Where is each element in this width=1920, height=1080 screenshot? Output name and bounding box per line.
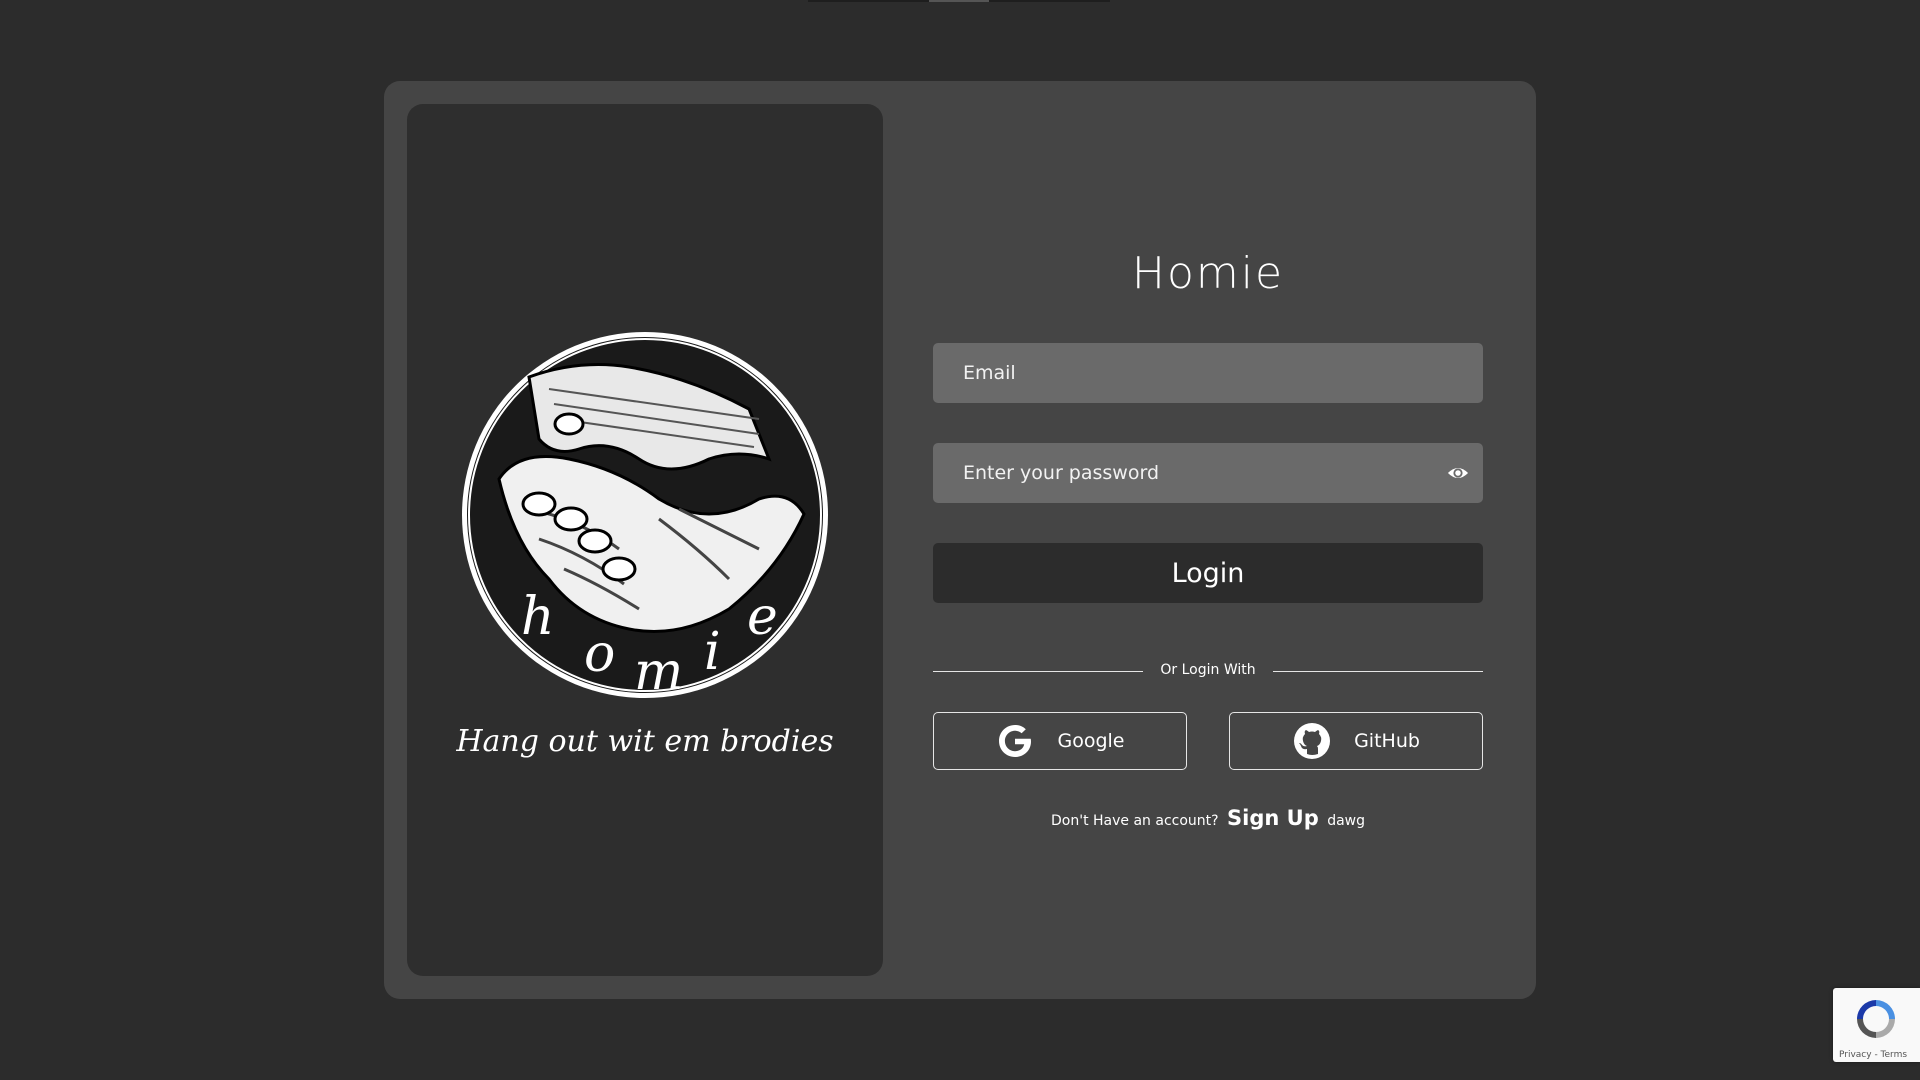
top-progress-segment bbox=[929, 0, 989, 2]
google-login-button[interactable]: Google bbox=[933, 712, 1187, 770]
recaptcha-icon bbox=[1857, 1000, 1895, 1038]
recaptcha-terms[interactable]: Privacy - Terms bbox=[1839, 1050, 1907, 1060]
signup-suffix: dawg bbox=[1327, 813, 1365, 829]
github-label: GitHub bbox=[1354, 730, 1420, 752]
top-progress-bar bbox=[808, 0, 1110, 2]
github-icon bbox=[1294, 723, 1331, 759]
svg-text:o: o bbox=[584, 624, 615, 684]
app-title: Homie bbox=[1131, 248, 1285, 299]
google-icon bbox=[999, 725, 1032, 757]
tagline: Hang out wit em brodies bbox=[456, 724, 834, 759]
svg-text:e: e bbox=[747, 587, 778, 647]
signup-prompt: Don't Have an account? Sign Up dawg bbox=[933, 806, 1483, 830]
email-input[interactable] bbox=[933, 343, 1483, 403]
email-field-wrapper bbox=[933, 343, 1483, 403]
eye-icon[interactable] bbox=[1447, 462, 1469, 484]
github-login-button[interactable]: GitHub bbox=[1229, 712, 1483, 770]
svg-text:i: i bbox=[704, 622, 721, 682]
login-button[interactable]: Login bbox=[933, 543, 1483, 603]
brand-panel: h o m i e Hang out wit em brodies bbox=[407, 104, 883, 976]
login-form: Homie Login Or Login With Google bbox=[933, 81, 1483, 999]
handshake-logo-icon: h o m i e bbox=[462, 332, 828, 701]
signup-link[interactable]: Sign Up bbox=[1227, 806, 1319, 830]
svg-text:m: m bbox=[634, 642, 683, 701]
svg-text:h: h bbox=[521, 587, 555, 647]
google-label: Google bbox=[1057, 730, 1125, 752]
recaptcha-badge[interactable]: Privacy - Terms bbox=[1833, 988, 1920, 1062]
divider-text: Or Login With bbox=[1160, 662, 1256, 678]
or-login-with-divider: Or Login With bbox=[933, 662, 1483, 682]
signup-prefix: Don't Have an account? bbox=[1051, 813, 1219, 829]
password-field-wrapper bbox=[933, 443, 1483, 503]
login-card: h o m i e Hang out wit em brodies Homie … bbox=[384, 81, 1536, 999]
divider-line-right bbox=[1273, 671, 1483, 672]
password-input[interactable] bbox=[933, 443, 1483, 503]
